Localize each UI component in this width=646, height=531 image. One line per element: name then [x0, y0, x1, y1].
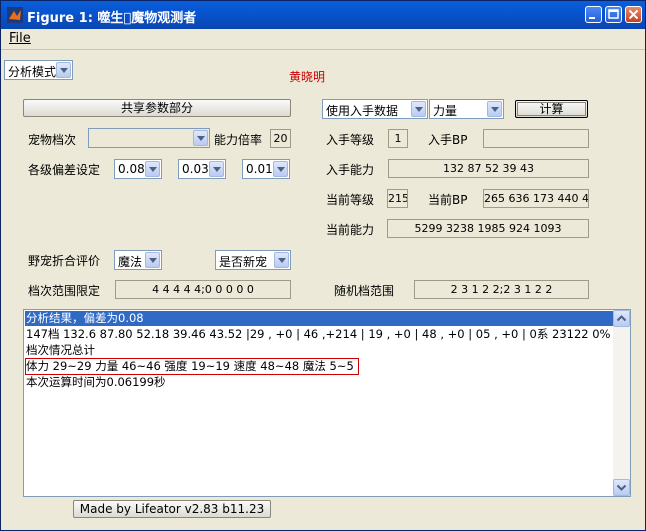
- author-name: 黄晓明: [289, 70, 326, 84]
- window-title: Figure 1: 噬生 魔物观测者: [27, 11, 197, 26]
- close-button[interactable]: [625, 6, 642, 23]
- results-listbox[interactable]: 分析结果，偏差为0.08 147档 132.6 87.80 52.18 39.4…: [23, 309, 631, 497]
- entry-bp-field[interactable]: [483, 129, 589, 148]
- menu-file[interactable]: File: [9, 31, 31, 46]
- highlight-box: [25, 358, 359, 375]
- stat-select[interactable]: 力量: [429, 99, 504, 119]
- deviation-select-3[interactable]: 0.01: [242, 159, 290, 179]
- chevron-down-icon: [274, 252, 289, 268]
- minimize-icon: [589, 17, 595, 19]
- chevron-down-icon: [616, 484, 627, 491]
- vertical-scrollbar[interactable]: [613, 310, 630, 496]
- chevron-down-icon: [487, 101, 502, 117]
- range-limit-label: 档次范围限定: [28, 284, 101, 298]
- credits-button[interactable]: Made by Lifeator v2.83 b11.23: [73, 500, 271, 518]
- deviation-value-2: 0.03: [182, 162, 209, 176]
- current-level-label: 当前等级: [326, 193, 375, 207]
- wild-eval-select-1[interactable]: 魔法: [114, 250, 162, 270]
- chevron-down-icon: [145, 161, 160, 177]
- matlab-logo-icon: [7, 7, 23, 23]
- input-source-value: 使用入手数据: [326, 104, 399, 118]
- stat-select-value: 力量: [433, 104, 458, 118]
- new-pet-value: 是否新宠: [219, 255, 268, 269]
- deviation-select-1[interactable]: 0.08: [114, 159, 162, 179]
- entry-level-label: 入手等级: [326, 133, 375, 147]
- maximize-button[interactable]: [605, 6, 622, 23]
- current-level-field[interactable]: 215: [387, 189, 408, 208]
- list-item[interactable]: 本次运算时间为0.06199秒: [26, 375, 166, 390]
- chevron-down-icon: [411, 101, 426, 117]
- random-range-field[interactable]: 2 3 1 2 2;2 3 1 2 2: [414, 280, 589, 299]
- menu-file-label: File: [9, 31, 31, 46]
- mode-select-value: 分析模式: [8, 65, 57, 79]
- input-source-select[interactable]: 使用入手数据: [322, 99, 428, 119]
- scroll-down-button[interactable]: [613, 479, 630, 496]
- entry-ability-field[interactable]: 132 87 52 39 43: [388, 159, 589, 178]
- ability-rate-field[interactable]: 20: [270, 129, 291, 148]
- deviation-select-2[interactable]: 0.03: [178, 159, 226, 179]
- scroll-up-button[interactable]: [613, 310, 630, 327]
- list-item[interactable]: 分析结果，偏差为0.08: [25, 311, 614, 326]
- entry-ability-label: 入手能力: [326, 163, 375, 177]
- entry-level-field[interactable]: 1: [388, 129, 408, 148]
- current-bp-field[interactable]: 265 636 173 440 45: [483, 189, 589, 208]
- deviation-label: 各级偏差设定: [28, 163, 101, 177]
- list-item[interactable]: 档次情况总计: [26, 343, 95, 358]
- current-bp-label: 当前BP: [428, 193, 468, 207]
- mode-select[interactable]: 分析模式: [4, 60, 73, 80]
- maximize-icon: [608, 9, 619, 19]
- deviation-value-3: 0.01: [246, 162, 273, 176]
- current-ability-field[interactable]: 5299 3238 1985 924 1093: [387, 219, 589, 238]
- range-limit-field[interactable]: 4 4 4 4 4;0 0 0 0 0: [115, 280, 291, 299]
- new-pet-select[interactable]: 是否新宠: [215, 250, 291, 270]
- wild-eval-value-1: 魔法: [118, 255, 143, 269]
- chevron-up-icon: [616, 315, 627, 322]
- calculate-button[interactable]: 计算: [515, 100, 588, 118]
- shared-params-button[interactable]: 共享参数部分: [23, 99, 291, 117]
- main-window: Figure 1: 噬生 魔物观测者 File 分析模式 黄晓明 共享参数部分 …: [0, 0, 646, 531]
- title-bar: Figure 1: 噬生 魔物观测者: [1, 1, 645, 29]
- entry-bp-label: 入手BP: [428, 133, 468, 147]
- chevron-down-icon: [209, 161, 224, 177]
- current-ability-label: 当前能力: [326, 223, 375, 237]
- ability-rate-label: 能力倍率: [214, 133, 263, 147]
- chevron-down-icon: [56, 62, 71, 78]
- chevron-down-icon: [193, 130, 208, 146]
- wild-eval-label: 野宠折合评价: [28, 254, 101, 268]
- list-item[interactable]: 147档 132.6 87.80 52.18 39.46 43.52 |29 ,…: [26, 327, 620, 342]
- random-range-label: 随机档范围: [334, 284, 395, 298]
- pet-level-select[interactable]: [88, 128, 210, 148]
- chevron-down-icon: [273, 161, 288, 177]
- pet-level-label: 宠物档次: [28, 133, 77, 147]
- menu-bar: File: [1, 29, 645, 50]
- close-icon: [628, 9, 639, 20]
- deviation-value-1: 0.08: [118, 162, 145, 176]
- chevron-down-icon: [145, 252, 160, 268]
- minimize-button[interactable]: [585, 6, 602, 23]
